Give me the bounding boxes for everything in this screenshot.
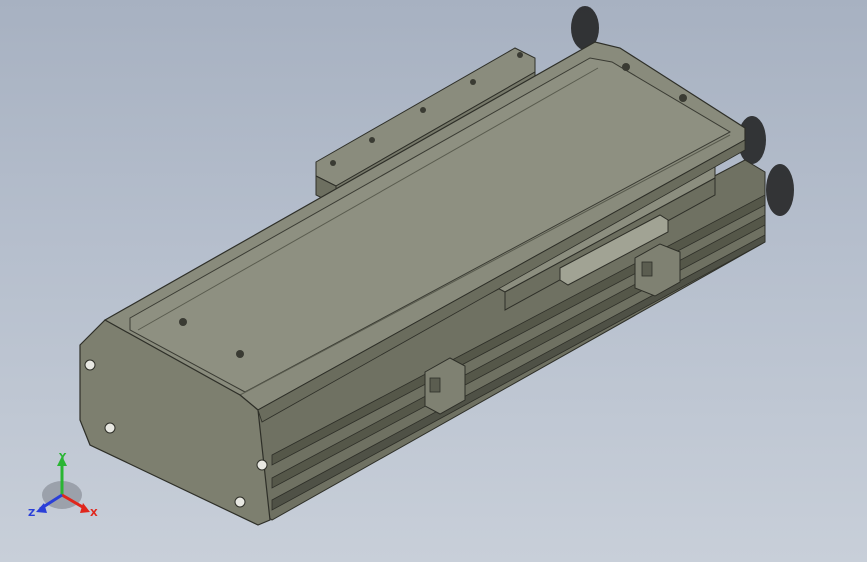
cad-model-view[interactable]: Y X Z: [0, 0, 867, 562]
3d-viewport[interactable]: Y X Z: [0, 0, 867, 562]
coordinate-triad: Y X Z: [28, 452, 98, 519]
z-axis-label: Z: [28, 508, 35, 519]
y-axis-label: Y: [58, 452, 67, 463]
x-axis-label: X: [90, 508, 98, 519]
